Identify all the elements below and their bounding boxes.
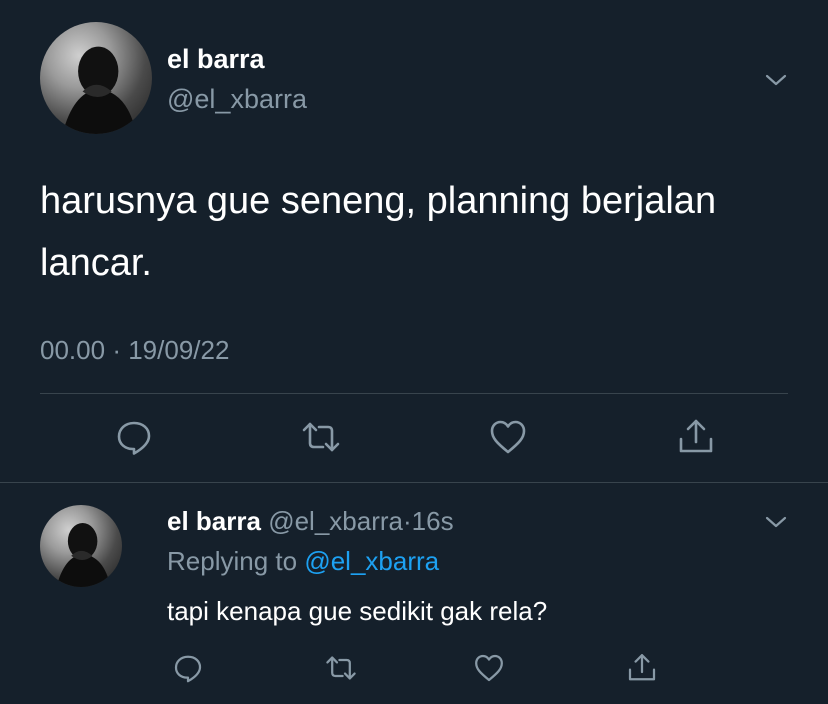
tweet-timestamp[interactable]: 00.00 · 19/09/22 (40, 334, 229, 366)
tweet-text: harusnya gue seneng, planning berjalan l… (40, 180, 717, 284)
reply-icon[interactable] (114, 417, 154, 457)
replying-to: Replying to @el_xbarra (167, 545, 439, 577)
tweet-text: tapi kenapa gue sedikit gak rela? (167, 596, 548, 626)
reply-header: el barra @el_xbarra·16s (167, 505, 454, 537)
reply-icon[interactable] (172, 652, 204, 684)
like-icon[interactable] (473, 652, 505, 684)
reply-age[interactable]: 16s (412, 506, 454, 536)
retweet-icon[interactable] (325, 652, 357, 684)
mention-link[interactable]: @el_xbarra (304, 546, 439, 576)
share-icon[interactable] (626, 652, 658, 684)
chevron-down-icon[interactable] (762, 508, 790, 536)
retweet-icon[interactable] (301, 417, 341, 457)
avatar[interactable] (40, 22, 152, 134)
display-name[interactable]: el barra (167, 506, 261, 536)
tweet-separator (0, 482, 828, 483)
display-name[interactable]: el barra (167, 43, 265, 75)
tweet-date: 19/09/22 (128, 335, 230, 365)
share-icon[interactable] (676, 417, 716, 457)
tweet-time: 00.00 (40, 335, 106, 365)
meta-separator: · (402, 506, 412, 536)
avatar-photo (56, 523, 111, 587)
user-handle[interactable]: @el_xbarra (268, 506, 403, 536)
replying-label: Replying to (167, 546, 298, 576)
avatar[interactable] (40, 505, 122, 587)
avatar-photo (62, 46, 137, 134)
meta-separator: · (112, 335, 121, 365)
like-icon[interactable] (488, 417, 528, 457)
chevron-down-icon[interactable] (762, 66, 790, 94)
user-handle[interactable]: @el_xbarra (167, 83, 307, 115)
divider (40, 393, 788, 394)
